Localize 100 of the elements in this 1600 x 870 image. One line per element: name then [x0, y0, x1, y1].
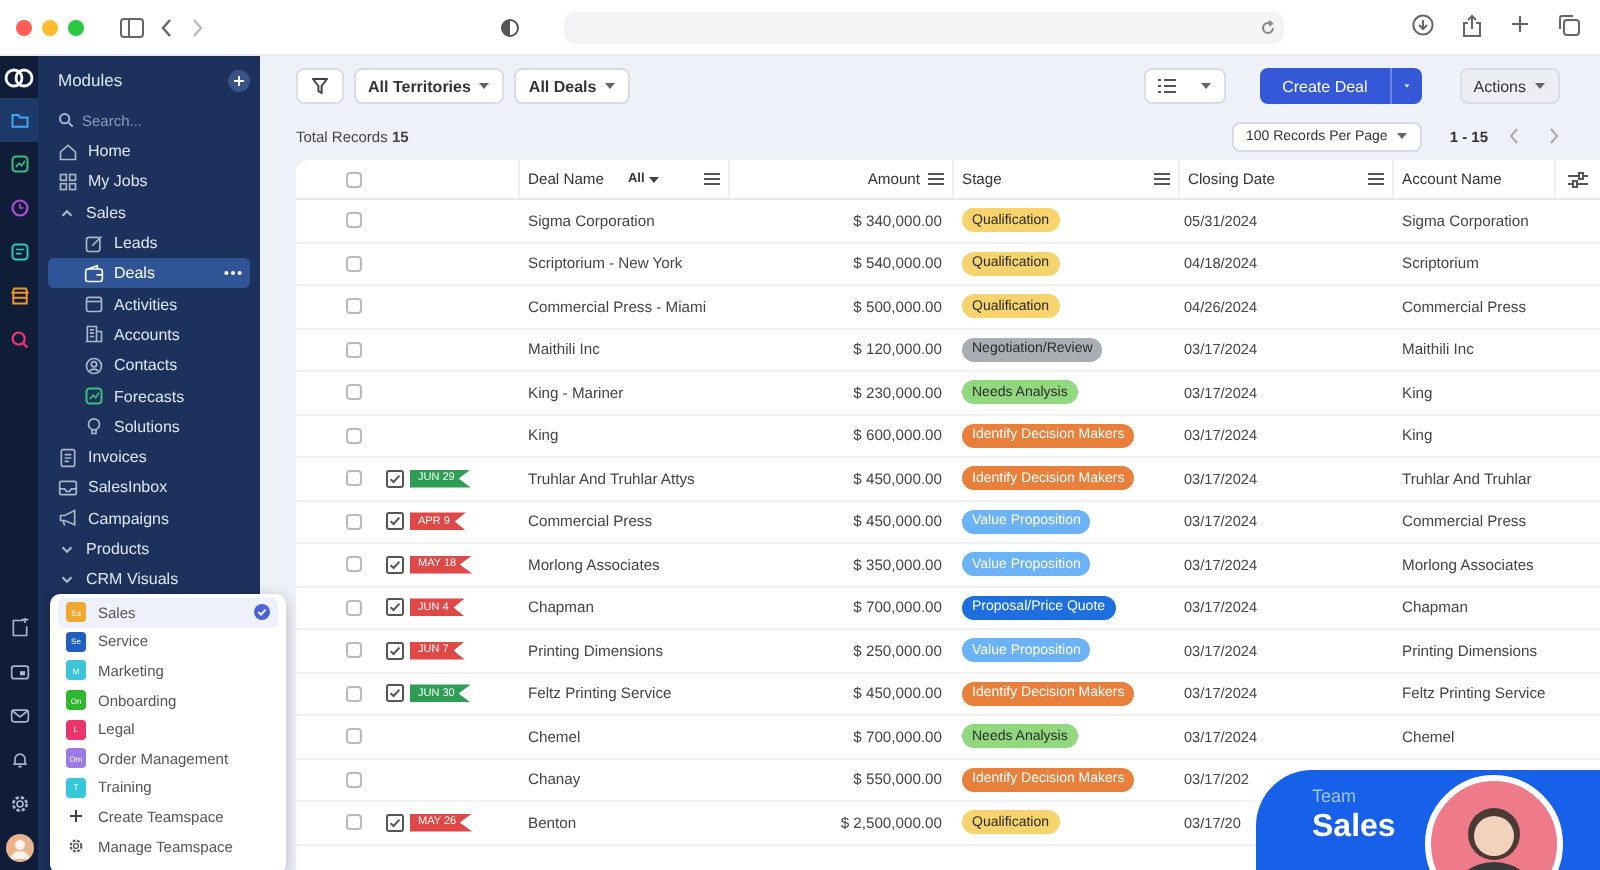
row-checkbox[interactable]	[346, 556, 362, 573]
row-checkbox[interactable]	[346, 341, 362, 358]
create-deal-button[interactable]: Create Deal	[1260, 68, 1390, 104]
contact-icon	[84, 355, 104, 376]
wallet-icon	[84, 263, 104, 284]
row-checkbox[interactable]	[346, 513, 362, 530]
clock-icon[interactable]	[9, 198, 29, 218]
logo-icon[interactable]	[4, 66, 34, 90]
plus-icon	[232, 73, 246, 87]
edit-icon	[84, 233, 104, 254]
back-icon[interactable]	[160, 17, 174, 37]
chart-icon[interactable]	[9, 154, 29, 174]
task-icon[interactable]	[386, 641, 404, 660]
column-menu-icon[interactable]	[928, 172, 944, 186]
sidebar-toggle-icon[interactable]	[120, 17, 144, 37]
row-checkbox[interactable]	[346, 814, 362, 831]
bell-icon[interactable]	[9, 750, 29, 770]
close-window-button[interactable]	[16, 19, 32, 35]
sidebar-item[interactable]: Campaigns	[48, 503, 250, 534]
sidebar-item[interactable]: Contacts	[48, 350, 250, 381]
sidebar-item[interactable]: My Jobs	[48, 166, 250, 198]
caret-icon	[604, 82, 617, 90]
note-icon[interactable]	[9, 242, 29, 262]
task-icon[interactable]	[386, 469, 404, 488]
caret-icon	[478, 82, 491, 90]
filter-button[interactable]	[296, 68, 344, 104]
select-all-checkbox[interactable]	[346, 171, 362, 187]
sidebar-item[interactable]: Accounts	[48, 319, 250, 351]
sidebar-item[interactable]: Leads	[48, 227, 250, 259]
sidebar-item[interactable]: SalesInbox	[48, 472, 250, 504]
building-icon	[84, 324, 104, 345]
invoice-icon	[58, 447, 78, 468]
column-settings-icon[interactable]	[1568, 171, 1588, 187]
grid-icon	[58, 171, 78, 192]
caret-icon	[1395, 132, 1408, 140]
share-icon[interactable]	[1462, 14, 1482, 38]
task-icon[interactable]	[386, 598, 404, 617]
search-icon[interactable]	[9, 330, 29, 350]
settings-icon	[66, 838, 86, 855]
sidebar-title: Modules	[58, 70, 123, 90]
caret-icon	[648, 175, 661, 183]
column-menu-icon[interactable]	[1154, 172, 1170, 186]
task-icon[interactable]	[386, 813, 404, 832]
chart-icon	[84, 386, 104, 407]
filter-icon	[312, 78, 328, 94]
download-icon[interactable]	[1412, 14, 1434, 36]
folder-icon[interactable]	[9, 110, 29, 130]
compose-icon[interactable]	[9, 618, 29, 638]
sidebar-item[interactable]: Home	[48, 136, 250, 167]
row-checkbox[interactable]	[346, 642, 362, 659]
tabs-overview-icon[interactable]	[1558, 14, 1580, 36]
sidebar-item[interactable]: Invoices	[48, 441, 250, 473]
bulb-icon	[84, 416, 104, 437]
add-button[interactable]	[228, 69, 250, 91]
avatar[interactable]	[5, 834, 33, 862]
filter-dropdown[interactable]: All Deals	[514, 68, 631, 104]
sidebar-item[interactable]: Sales	[48, 197, 250, 228]
team-name: Sales	[1312, 810, 1396, 846]
calendar-icon	[84, 294, 104, 315]
column-menu-icon[interactable]	[1368, 172, 1384, 186]
shield-icon[interactable]	[500, 17, 520, 37]
team-caption: Team	[1312, 786, 1359, 806]
caret-icon	[1200, 82, 1213, 90]
sidebar-item[interactable]: CRM Visuals	[48, 564, 250, 595]
filter-dropdown[interactable]: All Territories	[354, 68, 505, 104]
row-checkbox[interactable]	[346, 685, 362, 702]
sidebar-item[interactable]: Deals	[48, 258, 250, 289]
row-checkbox[interactable]	[346, 298, 362, 315]
caret-icon	[1534, 82, 1546, 90]
task-icon[interactable]	[386, 684, 404, 703]
create-options-button[interactable]	[1389, 68, 1422, 104]
task-icon[interactable]	[386, 512, 404, 531]
row-checkbox[interactable]	[346, 255, 362, 272]
row-checkbox[interactable]	[346, 728, 362, 745]
sidebar-item[interactable]: Products	[48, 533, 250, 565]
more-icon[interactable]	[224, 270, 242, 277]
row-checkbox[interactable]	[346, 599, 362, 616]
row-checkbox[interactable]	[346, 427, 362, 444]
plus-icon	[66, 808, 86, 825]
view-switcher[interactable]	[1144, 68, 1227, 104]
task-icon[interactable]	[386, 555, 404, 574]
search-icon	[58, 112, 74, 128]
row-checkbox[interactable]	[346, 470, 362, 487]
settings-icon[interactable]	[9, 794, 29, 814]
store-icon[interactable]	[9, 286, 29, 306]
sidebar-item[interactable]: Forecasts	[48, 380, 250, 412]
column-menu-icon[interactable]	[704, 172, 720, 186]
row-checkbox[interactable]	[346, 384, 362, 401]
sidebar-item[interactable]: Solutions	[48, 411, 250, 442]
list-view-icon	[1158, 78, 1177, 94]
row-checkbox[interactable]	[346, 771, 362, 788]
row-checkbox[interactable]	[346, 212, 362, 229]
actions-dropdown[interactable]: Actions	[1459, 68, 1560, 104]
home-icon	[58, 141, 78, 162]
photo-icon[interactable]	[9, 662, 29, 682]
reload-icon[interactable]	[1260, 19, 1276, 35]
new-tab-icon[interactable]	[1510, 14, 1530, 34]
sidebar-item[interactable]: Activities	[48, 288, 250, 320]
mail-icon[interactable]	[9, 706, 29, 726]
megaphone-icon	[58, 508, 78, 529]
